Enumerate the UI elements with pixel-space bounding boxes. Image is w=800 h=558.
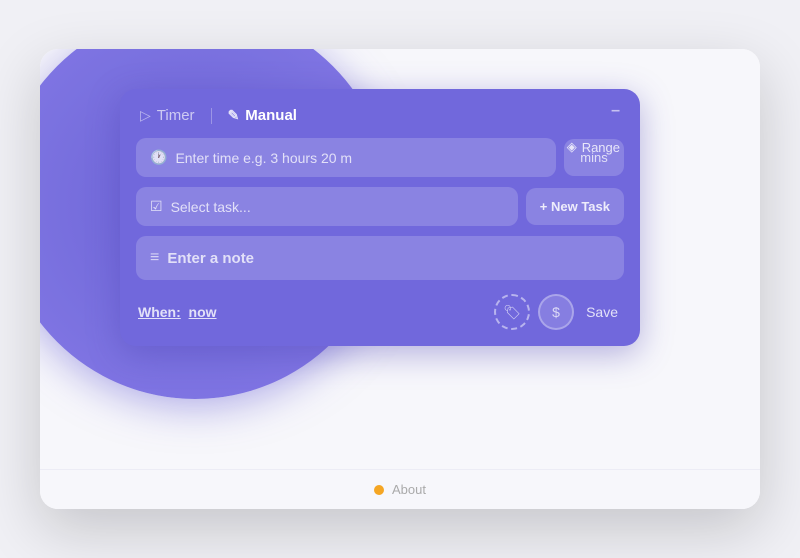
screen-container: – ▷ Timer ✎ Manual ◈ Range 🕐 Ente bbox=[40, 49, 760, 509]
tab-divider bbox=[211, 108, 212, 124]
note-placeholder: Enter a note bbox=[167, 250, 254, 267]
tab-manual-label: Manual bbox=[245, 107, 297, 124]
range-label: Range bbox=[582, 140, 620, 155]
panel-body: 🕐 Enter time e.g. 3 hours 20 m mins ☑ Se… bbox=[120, 138, 640, 346]
tag-icon-button[interactable]: 🏷 bbox=[494, 294, 530, 330]
about-bar: About bbox=[40, 469, 760, 509]
note-input[interactable]: ≡ Enter a note bbox=[136, 236, 624, 280]
bottom-row: When: now 🏷 $ Save bbox=[136, 290, 624, 330]
time-placeholder: Enter time e.g. 3 hours 20 m bbox=[175, 150, 352, 166]
task-input[interactable]: ☑ Select task... bbox=[136, 187, 518, 226]
tab-timer[interactable]: ▷ Timer bbox=[140, 103, 195, 128]
save-button[interactable]: Save bbox=[582, 298, 622, 326]
dollar-icon: $ bbox=[552, 304, 560, 320]
time-row: 🕐 Enter time e.g. 3 hours 20 m mins bbox=[136, 138, 624, 177]
main-panel: – ▷ Timer ✎ Manual ◈ Range 🕐 Ente bbox=[120, 89, 640, 346]
manual-icon: ✎ bbox=[228, 107, 240, 124]
when-text: When: bbox=[138, 304, 181, 320]
about-dot bbox=[374, 485, 384, 495]
when-label: When: now bbox=[138, 304, 217, 320]
billing-icon-button[interactable]: $ bbox=[538, 294, 574, 330]
task-row: ☑ Select task... + New Task bbox=[136, 187, 624, 226]
tab-timer-label: Timer bbox=[157, 107, 195, 124]
minimize-button[interactable]: – bbox=[611, 103, 620, 119]
when-value[interactable]: now bbox=[189, 304, 217, 320]
range-button[interactable]: ◈ Range bbox=[567, 139, 620, 155]
tab-manual[interactable]: ✎ Manual bbox=[228, 103, 297, 128]
tab-bar: ▷ Timer ✎ Manual bbox=[120, 89, 640, 138]
clock-icon: 🕐 bbox=[150, 149, 167, 166]
note-icon: ≡ bbox=[150, 249, 159, 267]
time-input[interactable]: 🕐 Enter time e.g. 3 hours 20 m bbox=[136, 138, 556, 177]
action-icons: 🏷 $ Save bbox=[494, 294, 622, 330]
task-icon: ☑ bbox=[150, 198, 163, 215]
tag-icon: 🏷 bbox=[503, 304, 521, 321]
new-task-button[interactable]: + New Task bbox=[526, 188, 624, 225]
range-icon: ◈ bbox=[567, 139, 577, 155]
timer-icon: ▷ bbox=[140, 107, 151, 124]
about-label: About bbox=[392, 482, 426, 497]
task-placeholder: Select task... bbox=[171, 199, 251, 215]
